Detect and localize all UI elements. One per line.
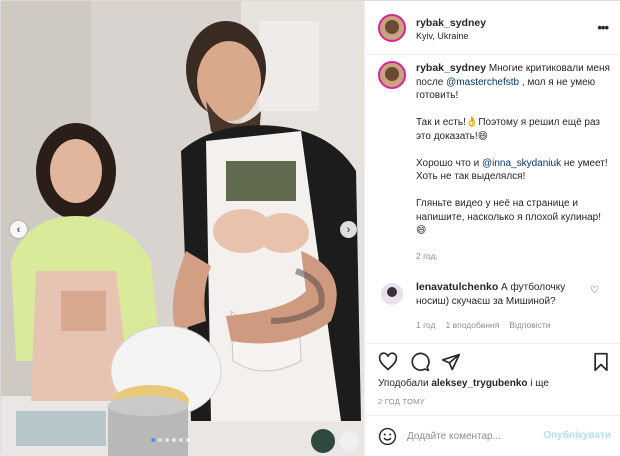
- comment-likes-link[interactable]: 1 вподобання: [446, 320, 500, 330]
- avatar[interactable]: [381, 283, 403, 305]
- paper-plane-icon[interactable]: [441, 352, 461, 372]
- likes-prefix: Уподобали: [378, 378, 432, 389]
- carousel-dot: [151, 438, 155, 442]
- carousel-dot: [179, 438, 183, 442]
- avatar[interactable]: [378, 14, 406, 42]
- comment-meta: 1 год 1 вподобання Відповісти: [416, 320, 551, 330]
- caption-username[interactable]: rybak_sydney: [416, 62, 486, 74]
- likes-user-link[interactable]: aleksey_trygubenko: [431, 378, 527, 389]
- caption: rybak_sydney Многие критиковали меня пос…: [416, 62, 611, 251]
- smiley-icon[interactable]: [378, 427, 397, 446]
- chevron-left-icon[interactable]: ‹: [10, 221, 27, 238]
- caption-timestamp: 2 год.: [416, 251, 438, 261]
- add-comment-bar: Опублікувати: [365, 415, 620, 456]
- more-icon[interactable]: •••: [597, 20, 609, 35]
- comment-time: 1 год: [416, 320, 436, 330]
- caption-paragraph: Гляньте видео у неё на странице и напиши…: [416, 198, 601, 236]
- caption-text: Хорошо что и: [416, 157, 482, 169]
- likes-suffix[interactable]: і ще: [528, 378, 549, 389]
- caption-paragraph: rybak_sydney Многие критиковали меня пос…: [416, 62, 611, 103]
- likes-summary: Уподобали aleksey_trygubenko і ще: [378, 378, 549, 389]
- photo-illustration: [1, 1, 364, 456]
- caption-paragraph: Так и есть!👌Поэтому я решил ещё раз это …: [416, 117, 601, 142]
- comment-like-icon[interactable]: ♡: [590, 285, 599, 296]
- carousel-dot: [186, 438, 190, 442]
- mention-link[interactable]: @inna_skydaniuk: [482, 158, 561, 169]
- bookmark-icon[interactable]: [591, 352, 611, 372]
- post-sidebar: rybak_sydney Kyiv, Ukraine ••• rybak_syd…: [364, 1, 620, 456]
- carousel-dot: [172, 438, 176, 442]
- avatar[interactable]: [378, 61, 406, 89]
- comment-icon[interactable]: [410, 352, 430, 372]
- comments-section: rybak_sydney Многие критиковали меня пос…: [365, 55, 620, 343]
- chevron-right-icon[interactable]: ›: [340, 221, 357, 238]
- post-actions: [365, 343, 620, 379]
- instagram-post-frame: ‹ › rybak_sydney Kyiv, Ukraine ••• rybak…: [0, 0, 620, 456]
- post-username[interactable]: rybak_sydney: [416, 17, 486, 29]
- comment: lenavatulchenko А футболочку носиш) скуч…: [416, 281, 586, 308]
- caption-paragraph: Хорошо что и @inna_skydaniuk не умеет! Х…: [416, 157, 611, 184]
- mention-link[interactable]: @masterchefstb: [446, 77, 519, 88]
- post-photo[interactable]: ‹ ›: [1, 1, 364, 456]
- post-comment-button[interactable]: Опублікувати: [543, 430, 611, 441]
- carousel-dots: [151, 438, 190, 442]
- carousel-dot: [158, 438, 162, 442]
- comment-username[interactable]: lenavatulchenko: [416, 281, 498, 293]
- heart-icon[interactable]: [378, 352, 398, 372]
- post-timestamp[interactable]: 2 ГОД ТОМУ: [378, 397, 425, 406]
- post-header: rybak_sydney Kyiv, Ukraine •••: [365, 1, 620, 55]
- comment-input[interactable]: [407, 428, 532, 444]
- comment-reply-button[interactable]: Відповісти: [509, 320, 550, 330]
- post-location[interactable]: Kyiv, Ukraine: [416, 31, 468, 41]
- carousel-dot: [165, 438, 169, 442]
